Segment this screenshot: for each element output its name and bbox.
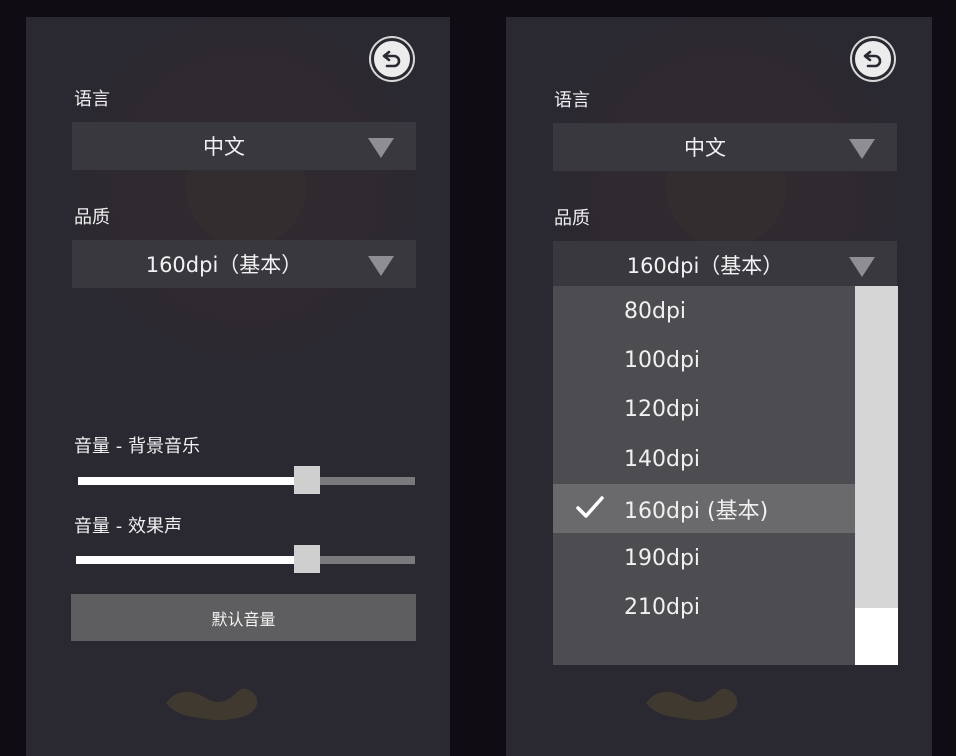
dpi-option[interactable]: 140dpi xyxy=(553,435,855,484)
slider-fill xyxy=(76,556,307,564)
decorative-cat-icon xyxy=(166,688,258,721)
back-button[interactable] xyxy=(371,38,413,80)
dpi-option-selected[interactable]: 160dpi (基本) xyxy=(553,484,855,533)
slider-handle[interactable] xyxy=(294,466,320,494)
volume-sfx-slider[interactable] xyxy=(76,545,415,575)
scrollbar-track[interactable] xyxy=(855,286,898,665)
option-label: 80dpi xyxy=(624,299,687,324)
language-value: 中文 xyxy=(684,136,726,160)
volume-sfx-label: 音量 - 效果声 xyxy=(74,516,182,537)
dpi-option[interactable]: 80dpi xyxy=(553,287,855,336)
settings-panel-left: 语言 中文 品质 160dpi（基本） 音量 - 背景音乐 音量 - 效果声 默… xyxy=(26,17,450,756)
option-label: 140dpi xyxy=(624,447,701,472)
language-label: 语言 xyxy=(554,90,590,111)
quality-value: 160dpi（基本） xyxy=(626,254,784,278)
back-button[interactable] xyxy=(852,38,894,80)
volume-bgm-slider[interactable] xyxy=(78,466,415,496)
slider-fill xyxy=(78,477,307,485)
dpi-options-list[interactable]: 80dpi 100dpi 120dpi 140dpi 160dpi (基本) 1… xyxy=(553,286,898,665)
default-volume-button[interactable]: 默认音量 xyxy=(71,594,416,641)
checkmark-icon xyxy=(576,496,604,518)
back-arrow-icon xyxy=(863,50,882,68)
option-label: 100dpi xyxy=(624,348,701,373)
option-label: 190dpi xyxy=(624,546,701,571)
triangle-down-icon xyxy=(368,138,394,158)
language-dropdown[interactable]: 中文 xyxy=(553,123,897,171)
dpi-option[interactable]: 190dpi xyxy=(553,534,855,583)
volume-bgm-label: 音量 - 背景音乐 xyxy=(74,436,200,457)
language-dropdown[interactable]: 中文 xyxy=(72,122,416,170)
dpi-option[interactable]: 100dpi xyxy=(553,336,855,385)
option-label: 160dpi (基本) xyxy=(624,498,769,524)
quality-label: 品质 xyxy=(74,207,110,228)
triangle-down-icon xyxy=(849,257,875,277)
quality-dropdown[interactable]: 160dpi（基本） xyxy=(72,240,416,288)
back-arrow-icon xyxy=(382,50,401,68)
language-label: 语言 xyxy=(74,89,110,110)
scrollbar-thumb[interactable] xyxy=(855,286,898,608)
dpi-option[interactable]: 210dpi xyxy=(553,583,855,632)
option-label: 210dpi xyxy=(624,595,701,620)
language-value: 中文 xyxy=(203,135,245,159)
triangle-down-icon xyxy=(368,256,394,276)
triangle-down-icon xyxy=(849,139,875,159)
option-label: 120dpi xyxy=(624,397,701,422)
settings-panel-right: 语言 中文 品质 160dpi（基本） 80dpi 100dpi 120dpi … xyxy=(506,17,932,756)
quality-dropdown[interactable]: 160dpi（基本） xyxy=(553,241,897,289)
background-flower xyxy=(66,17,426,367)
dpi-option[interactable]: 120dpi xyxy=(553,385,855,434)
slider-handle[interactable] xyxy=(294,545,320,573)
decorative-cat-icon xyxy=(646,688,738,721)
quality-label: 品质 xyxy=(554,208,590,229)
quality-value: 160dpi（基本） xyxy=(145,253,303,277)
